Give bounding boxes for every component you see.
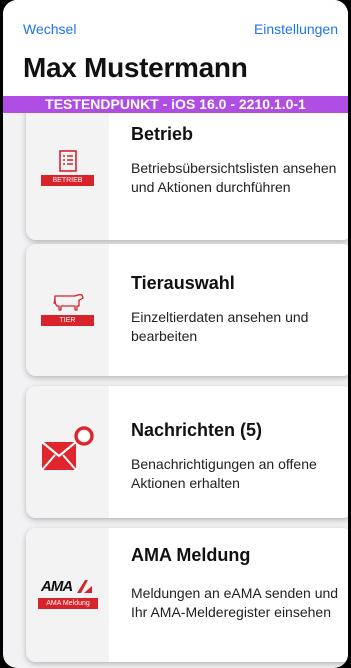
ama-logo-mark — [77, 580, 92, 593]
card-icon-area — [26, 386, 109, 518]
page-title: Max Mustermann — [23, 52, 248, 83]
card-description: Meldungen an eAMA senden und Ihr AMA-Mel… — [131, 585, 339, 620]
betrieb-badge: BETRIEB — [41, 175, 94, 186]
card-description: Einzeltierdaten ansehen und bearbeiten — [131, 309, 309, 344]
card-icon-area: AMA AMA Meldung — [26, 528, 109, 662]
ama-badge: AMA Meldung — [38, 598, 98, 609]
card-title: Betrieb — [131, 124, 194, 144]
list-icon — [59, 150, 77, 172]
menu-list: BETRIEB Betrieb Betriebsübersichtslisten… — [3, 113, 348, 668]
envelope-notification-icon — [41, 425, 95, 471]
ama-logo-text: AMA — [41, 578, 73, 595]
settings-button[interactable]: Einstellungen — [254, 21, 338, 37]
header: Wechsel Einstellungen Max Mustermann — [3, 0, 348, 96]
menu-item-tierauswahl[interactable]: TIER Tierauswahl Einzeltierdaten ansehen… — [26, 244, 348, 376]
card-description: Betriebsübersichtslisten ansehen und Akt… — [131, 160, 337, 195]
menu-item-nachrichten[interactable]: Nachrichten (5) Benachrichtigungen an of… — [26, 386, 348, 518]
card-title: AMA Meldung — [131, 545, 251, 565]
menu-item-betrieb[interactable]: BETRIEB Betrieb Betriebsübersichtslisten… — [26, 113, 348, 240]
cow-icon — [53, 294, 84, 311]
card-title: Nachrichten (5) — [131, 420, 263, 440]
switch-button[interactable]: Wechsel — [23, 21, 76, 37]
environment-banner: TESTENDPUNKT - iOS 16.0 - 2210.1.0-1 — [3, 96, 348, 113]
card-icon-area: BETRIEB — [26, 113, 109, 240]
ama-logo-icon: AMA — [39, 578, 99, 596]
menu-item-ama-meldung[interactable]: AMA AMA Meldung AMA Meldung Meldungen an… — [26, 528, 348, 662]
card-title: Tierauswahl — [131, 273, 235, 293]
tier-badge: TIER — [41, 315, 94, 326]
card-description: Benachrichtigungen an offene Aktionen er… — [131, 456, 317, 491]
app-screen: Wechsel Einstellungen Max Mustermann TES… — [3, 0, 348, 668]
card-icon-area: TIER — [26, 244, 109, 376]
